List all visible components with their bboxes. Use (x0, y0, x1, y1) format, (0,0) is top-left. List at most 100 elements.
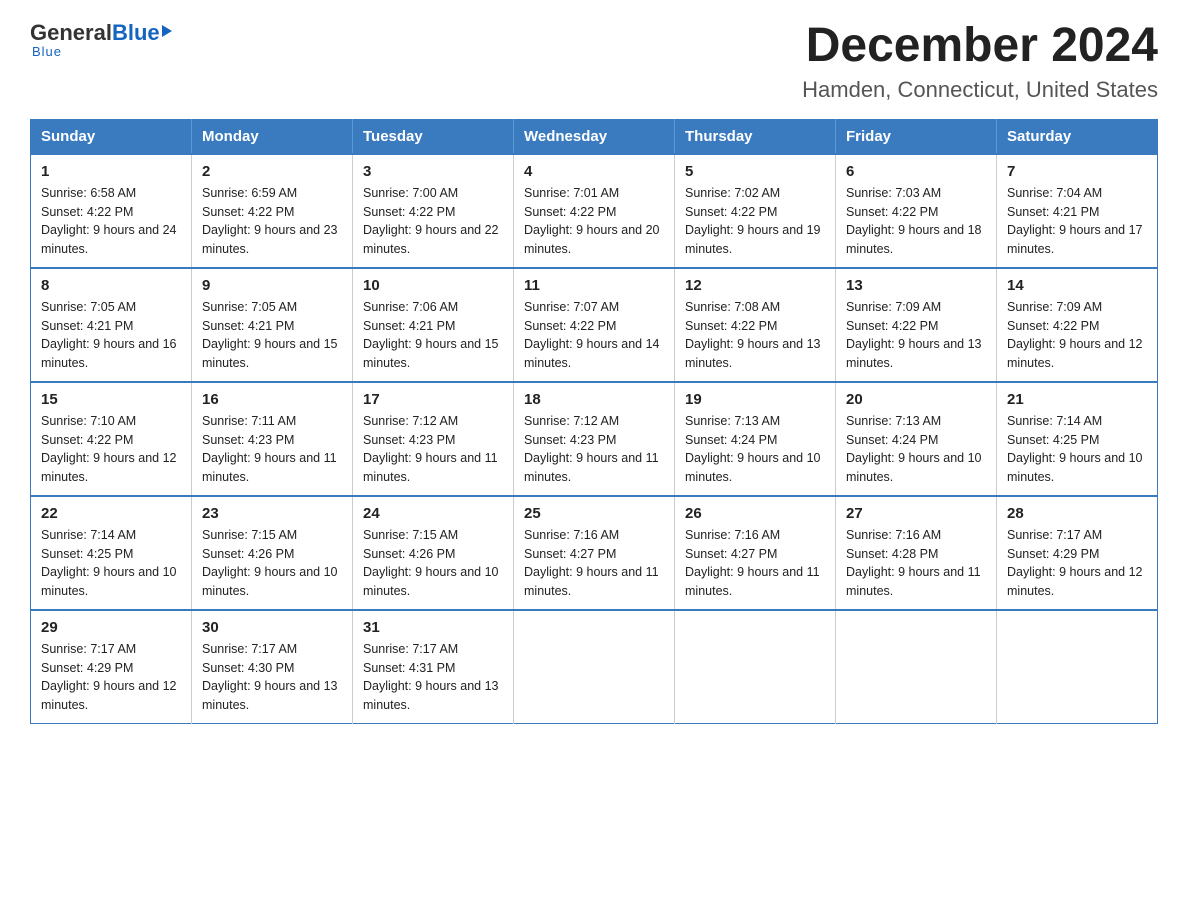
day-number: 13 (846, 277, 986, 294)
calendar-cell: 9 Sunrise: 7:05 AM Sunset: 4:21 PM Dayli… (192, 268, 353, 382)
day-number: 20 (846, 391, 986, 408)
day-info: Sunrise: 7:12 AM Sunset: 4:23 PM Dayligh… (524, 412, 664, 487)
day-info: Sunrise: 7:09 AM Sunset: 4:22 PM Dayligh… (846, 298, 986, 373)
day-number: 19 (685, 391, 825, 408)
day-info: Sunrise: 7:14 AM Sunset: 4:25 PM Dayligh… (41, 526, 181, 601)
title-section: December 2024 Hamden, Connecticut, Unite… (802, 20, 1158, 103)
header-monday: Monday (192, 119, 353, 154)
day-number: 2 (202, 163, 342, 180)
calendar-cell: 26 Sunrise: 7:16 AM Sunset: 4:27 PM Dayl… (675, 496, 836, 610)
day-number: 21 (1007, 391, 1147, 408)
day-info: Sunrise: 7:15 AM Sunset: 4:26 PM Dayligh… (202, 526, 342, 601)
day-number: 6 (846, 163, 986, 180)
day-info: Sunrise: 7:17 AM Sunset: 4:30 PM Dayligh… (202, 640, 342, 715)
day-info: Sunrise: 7:03 AM Sunset: 4:22 PM Dayligh… (846, 184, 986, 259)
day-info: Sunrise: 7:01 AM Sunset: 4:22 PM Dayligh… (524, 184, 664, 259)
day-number: 26 (685, 505, 825, 522)
calendar-header-row: SundayMondayTuesdayWednesdayThursdayFrid… (31, 119, 1158, 154)
day-number: 4 (524, 163, 664, 180)
calendar-cell: 21 Sunrise: 7:14 AM Sunset: 4:25 PM Dayl… (997, 382, 1158, 496)
day-number: 9 (202, 277, 342, 294)
header-wednesday: Wednesday (514, 119, 675, 154)
day-number: 29 (41, 619, 181, 636)
calendar-cell: 24 Sunrise: 7:15 AM Sunset: 4:26 PM Dayl… (353, 496, 514, 610)
logo-underline: Blue (32, 44, 62, 59)
day-info: Sunrise: 6:59 AM Sunset: 4:22 PM Dayligh… (202, 184, 342, 259)
calendar-cell: 4 Sunrise: 7:01 AM Sunset: 4:22 PM Dayli… (514, 154, 675, 268)
day-number: 31 (363, 619, 503, 636)
day-info: Sunrise: 7:12 AM Sunset: 4:23 PM Dayligh… (363, 412, 503, 487)
day-number: 17 (363, 391, 503, 408)
calendar-cell: 30 Sunrise: 7:17 AM Sunset: 4:30 PM Dayl… (192, 610, 353, 724)
day-info: Sunrise: 7:15 AM Sunset: 4:26 PM Dayligh… (363, 526, 503, 601)
calendar-cell: 25 Sunrise: 7:16 AM Sunset: 4:27 PM Dayl… (514, 496, 675, 610)
day-number: 28 (1007, 505, 1147, 522)
day-info: Sunrise: 7:04 AM Sunset: 4:21 PM Dayligh… (1007, 184, 1147, 259)
calendar-cell: 12 Sunrise: 7:08 AM Sunset: 4:22 PM Dayl… (675, 268, 836, 382)
calendar-cell: 18 Sunrise: 7:12 AM Sunset: 4:23 PM Dayl… (514, 382, 675, 496)
location-title: Hamden, Connecticut, United States (802, 77, 1158, 103)
day-info: Sunrise: 7:10 AM Sunset: 4:22 PM Dayligh… (41, 412, 181, 487)
logo-general-text: General (30, 20, 112, 46)
day-info: Sunrise: 7:09 AM Sunset: 4:22 PM Dayligh… (1007, 298, 1147, 373)
calendar-cell: 16 Sunrise: 7:11 AM Sunset: 4:23 PM Dayl… (192, 382, 353, 496)
day-number: 23 (202, 505, 342, 522)
calendar-week-row: 15 Sunrise: 7:10 AM Sunset: 4:22 PM Dayl… (31, 382, 1158, 496)
logo-blue-text: Blue (112, 20, 160, 46)
day-info: Sunrise: 7:13 AM Sunset: 4:24 PM Dayligh… (685, 412, 825, 487)
day-info: Sunrise: 7:17 AM Sunset: 4:29 PM Dayligh… (1007, 526, 1147, 601)
day-number: 27 (846, 505, 986, 522)
header-thursday: Thursday (675, 119, 836, 154)
header-sunday: Sunday (31, 119, 192, 154)
calendar-cell: 3 Sunrise: 7:00 AM Sunset: 4:22 PM Dayli… (353, 154, 514, 268)
calendar-cell: 27 Sunrise: 7:16 AM Sunset: 4:28 PM Dayl… (836, 496, 997, 610)
day-number: 8 (41, 277, 181, 294)
calendar-cell (675, 610, 836, 724)
header-tuesday: Tuesday (353, 119, 514, 154)
month-title: December 2024 (802, 20, 1158, 73)
calendar-cell (997, 610, 1158, 724)
day-number: 11 (524, 277, 664, 294)
day-info: Sunrise: 6:58 AM Sunset: 4:22 PM Dayligh… (41, 184, 181, 259)
calendar-cell: 8 Sunrise: 7:05 AM Sunset: 4:21 PM Dayli… (31, 268, 192, 382)
calendar-cell: 31 Sunrise: 7:17 AM Sunset: 4:31 PM Dayl… (353, 610, 514, 724)
day-info: Sunrise: 7:16 AM Sunset: 4:27 PM Dayligh… (524, 526, 664, 601)
day-info: Sunrise: 7:17 AM Sunset: 4:29 PM Dayligh… (41, 640, 181, 715)
calendar-cell: 2 Sunrise: 6:59 AM Sunset: 4:22 PM Dayli… (192, 154, 353, 268)
day-info: Sunrise: 7:11 AM Sunset: 4:23 PM Dayligh… (202, 412, 342, 487)
calendar-cell: 7 Sunrise: 7:04 AM Sunset: 4:21 PM Dayli… (997, 154, 1158, 268)
calendar-cell: 13 Sunrise: 7:09 AM Sunset: 4:22 PM Dayl… (836, 268, 997, 382)
calendar-cell: 22 Sunrise: 7:14 AM Sunset: 4:25 PM Dayl… (31, 496, 192, 610)
day-info: Sunrise: 7:16 AM Sunset: 4:27 PM Dayligh… (685, 526, 825, 601)
calendar-cell: 19 Sunrise: 7:13 AM Sunset: 4:24 PM Dayl… (675, 382, 836, 496)
header-saturday: Saturday (997, 119, 1158, 154)
day-info: Sunrise: 7:17 AM Sunset: 4:31 PM Dayligh… (363, 640, 503, 715)
calendar-cell: 17 Sunrise: 7:12 AM Sunset: 4:23 PM Dayl… (353, 382, 514, 496)
day-number: 1 (41, 163, 181, 180)
day-info: Sunrise: 7:08 AM Sunset: 4:22 PM Dayligh… (685, 298, 825, 373)
calendar-cell (514, 610, 675, 724)
calendar-cell: 6 Sunrise: 7:03 AM Sunset: 4:22 PM Dayli… (836, 154, 997, 268)
day-info: Sunrise: 7:05 AM Sunset: 4:21 PM Dayligh… (202, 298, 342, 373)
day-number: 25 (524, 505, 664, 522)
page-header: General Blue Blue December 2024 Hamden, … (30, 20, 1158, 103)
calendar-week-row: 1 Sunrise: 6:58 AM Sunset: 4:22 PM Dayli… (31, 154, 1158, 268)
day-info: Sunrise: 7:14 AM Sunset: 4:25 PM Dayligh… (1007, 412, 1147, 487)
day-info: Sunrise: 7:00 AM Sunset: 4:22 PM Dayligh… (363, 184, 503, 259)
calendar-week-row: 29 Sunrise: 7:17 AM Sunset: 4:29 PM Dayl… (31, 610, 1158, 724)
day-number: 10 (363, 277, 503, 294)
calendar-cell: 28 Sunrise: 7:17 AM Sunset: 4:29 PM Dayl… (997, 496, 1158, 610)
day-number: 7 (1007, 163, 1147, 180)
calendar-cell (836, 610, 997, 724)
day-info: Sunrise: 7:16 AM Sunset: 4:28 PM Dayligh… (846, 526, 986, 601)
calendar-week-row: 22 Sunrise: 7:14 AM Sunset: 4:25 PM Dayl… (31, 496, 1158, 610)
day-number: 5 (685, 163, 825, 180)
day-number: 3 (363, 163, 503, 180)
day-number: 16 (202, 391, 342, 408)
day-number: 18 (524, 391, 664, 408)
calendar-cell: 10 Sunrise: 7:06 AM Sunset: 4:21 PM Dayl… (353, 268, 514, 382)
day-info: Sunrise: 7:06 AM Sunset: 4:21 PM Dayligh… (363, 298, 503, 373)
calendar-cell: 20 Sunrise: 7:13 AM Sunset: 4:24 PM Dayl… (836, 382, 997, 496)
header-friday: Friday (836, 119, 997, 154)
calendar-cell: 1 Sunrise: 6:58 AM Sunset: 4:22 PM Dayli… (31, 154, 192, 268)
